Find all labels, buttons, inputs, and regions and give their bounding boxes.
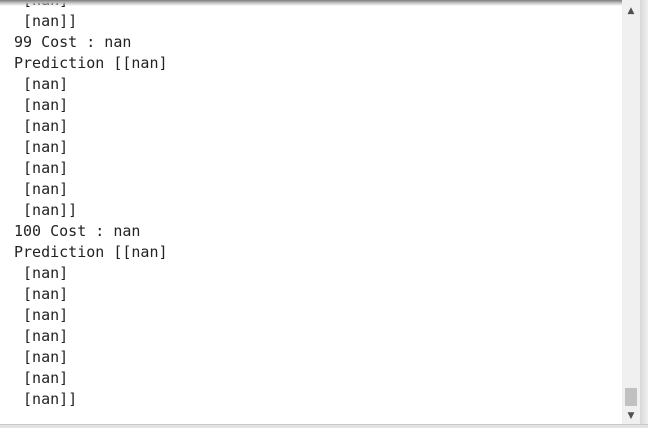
output-line: [nan]] xyxy=(14,390,78,408)
output-line: [nan] xyxy=(14,264,69,282)
console-output: [nan] [nan]] 99 Cost : nan Prediction [[na… xyxy=(14,0,614,410)
output-line: [nan] xyxy=(14,348,69,366)
output-line-cost: 100 Cost : nan xyxy=(14,222,141,240)
output-line: [nan] xyxy=(14,180,69,198)
scroll-down-arrow-icon[interactable]: ▼ xyxy=(622,408,640,424)
output-line: [nan] xyxy=(14,306,69,324)
top-edge-shadow xyxy=(0,0,622,6)
output-line: [nan] xyxy=(14,285,69,303)
output-line: [nan]] xyxy=(14,12,78,30)
output-line: [nan]] xyxy=(14,201,78,219)
output-line-prediction: Prediction [[nan] xyxy=(14,54,168,72)
output-line-cost: 99 Cost : nan xyxy=(14,33,132,51)
output-line: [nan] xyxy=(14,96,69,114)
output-line: [nan] xyxy=(14,159,69,177)
output-line: [nan] xyxy=(14,75,69,93)
scroll-up-arrow-icon[interactable]: ▲ xyxy=(622,2,640,20)
window-right-border xyxy=(640,0,648,428)
output-line: [nan] xyxy=(14,327,69,345)
output-line: [nan] xyxy=(14,117,69,135)
output-line: [nan] xyxy=(14,138,69,156)
output-line-prediction: Prediction [[nan] xyxy=(14,243,168,261)
window-bottom-border xyxy=(0,424,648,428)
output-line: [nan] xyxy=(14,369,69,387)
scroll-thumb[interactable] xyxy=(625,388,637,406)
vertical-scrollbar[interactable]: ▲ ▼ xyxy=(622,0,640,428)
console-window: [nan] [nan]] 99 Cost : nan Prediction [[na… xyxy=(0,0,648,428)
